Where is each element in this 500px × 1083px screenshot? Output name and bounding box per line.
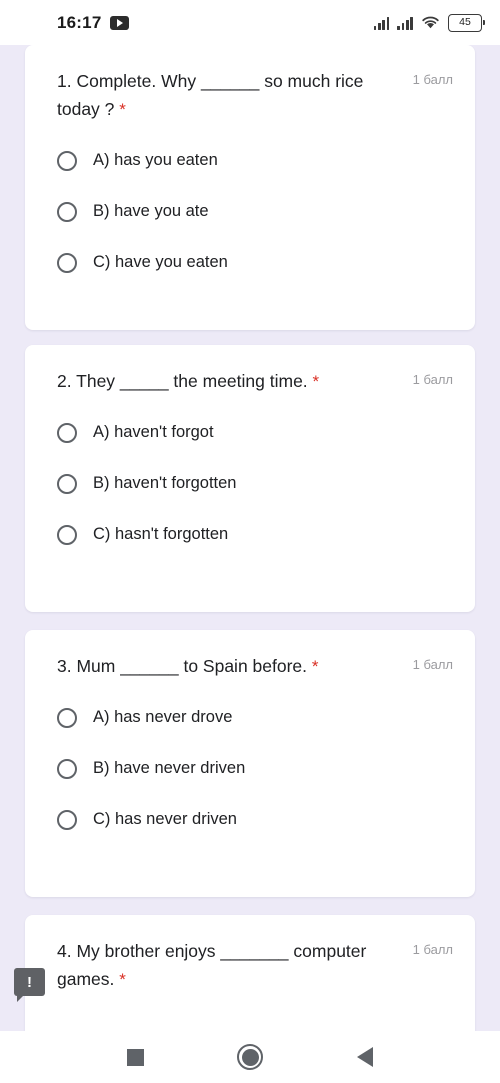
question-body-1: 1. Complete. Why ______ so much rice tod…: [57, 71, 364, 119]
question-card-3: 3. Mum ______ to Spain before. * 1 балл …: [25, 630, 475, 897]
question-header-2: 2. They _____ the meeting time. * 1 балл: [25, 345, 475, 396]
status-bar: 16:17 45: [0, 0, 500, 45]
required-marker-2: *: [312, 372, 320, 391]
signal-bars-icon-2: [397, 15, 413, 30]
option-label: C) has never driven: [93, 809, 237, 828]
status-bar-right: 45: [373, 13, 485, 32]
triangle-back-icon[interactable]: [357, 1047, 374, 1067]
android-nav-bar: [0, 1031, 500, 1083]
required-marker-1: *: [119, 100, 126, 119]
options-list-3: A) has never drove B) have never driven …: [25, 681, 475, 858]
option-row[interactable]: C) has never driven: [57, 801, 475, 838]
radio-button-icon[interactable]: [57, 809, 77, 830]
question-body-2: 2. They _____ the meeting time.: [57, 371, 308, 391]
radio-button-icon[interactable]: [57, 201, 77, 222]
option-label: C) have you eaten: [93, 252, 228, 271]
battery-icon: 45: [448, 13, 485, 32]
option-row[interactable]: A) has you eaten: [57, 142, 475, 179]
question-card-1: 1. Complete. Why ______ so much rice tod…: [25, 45, 475, 330]
option-label: A) has you eaten: [93, 150, 218, 169]
question-card-4: 4. My brother enjoys _______ computer ga…: [25, 915, 475, 1031]
comment-bubble-icon[interactable]: !: [14, 968, 45, 1002]
radio-button-icon[interactable]: [57, 707, 77, 728]
question-body-3: 3. Mum ______ to Spain before.: [57, 656, 308, 676]
status-time: 16:17: [57, 12, 102, 32]
options-list-1: A) has you eaten B) have you ate C) have…: [25, 124, 475, 301]
status-bar-left: 16:17: [57, 12, 130, 33]
option-row[interactable]: A) haven't forgot: [57, 414, 475, 451]
required-marker-3: *: [311, 657, 319, 676]
radio-button-icon[interactable]: [57, 758, 77, 779]
question-points-3: 1 балл: [412, 657, 453, 672]
option-label: B) have you ate: [93, 201, 209, 220]
question-header-4: 4. My brother enjoys _______ computer ga…: [25, 915, 475, 994]
square-recents-icon[interactable]: [126, 1048, 144, 1066]
option-row[interactable]: B) have you ate: [57, 193, 475, 230]
option-row[interactable]: B) haven't forgotten: [57, 465, 475, 502]
form-scroll-area[interactable]: 1. Complete. Why ______ so much rice tod…: [0, 45, 500, 1031]
question-points-2: 1 балл: [412, 372, 453, 387]
wifi-icon: [421, 15, 440, 30]
radio-button-icon[interactable]: [57, 422, 77, 443]
question-card-2: 2. They _____ the meeting time. * 1 балл…: [25, 345, 475, 612]
question-points-4: 1 балл: [412, 942, 453, 957]
option-label: A) haven't forgot: [93, 422, 214, 441]
option-row[interactable]: C) have you eaten: [57, 244, 475, 281]
question-points-1: 1 балл: [412, 72, 453, 87]
question-header-3: 3. Mum ______ to Spain before. * 1 балл: [25, 630, 475, 681]
question-text-2: 2. They _____ the meeting time. *: [57, 367, 319, 396]
radio-button-icon[interactable]: [57, 252, 77, 273]
option-label: A) has never drove: [93, 707, 233, 726]
options-list-2: A) haven't forgot B) haven't forgotten C…: [25, 396, 475, 573]
option-label: C) hasn't forgotten: [93, 524, 229, 543]
youtube-icon: [110, 15, 130, 30]
option-row[interactable]: C) hasn't forgotten: [57, 516, 475, 553]
battery-level: 45: [459, 16, 471, 29]
radio-button-icon[interactable]: [57, 473, 77, 494]
comment-exclamation: !: [27, 973, 32, 991]
question-text-1: 1. Complete. Why ______ so much rice tod…: [57, 67, 377, 124]
required-marker-4: *: [119, 970, 126, 989]
radio-button-icon[interactable]: [57, 524, 77, 545]
question-text-4: 4. My brother enjoys _______ computer ga…: [57, 937, 377, 994]
option-label: B) have never driven: [93, 758, 246, 777]
question-body-4: 4. My brother enjoys _______ computer ga…: [57, 941, 367, 989]
question-header-1: 1. Complete. Why ______ so much rice tod…: [25, 45, 475, 124]
circle-home-icon[interactable]: [237, 1044, 264, 1070]
signal-bars-icon: [373, 15, 390, 30]
radio-button-icon[interactable]: [57, 150, 77, 171]
option-label: B) haven't forgotten: [93, 473, 237, 492]
option-row[interactable]: B) have never driven: [57, 750, 475, 787]
question-text-3: 3. Mum ______ to Spain before. *: [57, 652, 319, 681]
option-row[interactable]: A) has never drove: [57, 699, 475, 736]
